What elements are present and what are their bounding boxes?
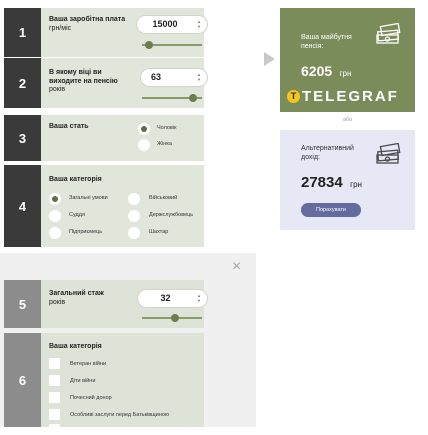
future-pension-label: Ваша майбутня пенсія:	[301, 34, 352, 50]
future-pension-card: Ваша майбутня пенсія: 6205 грн T TELEGRA…	[280, 8, 415, 112]
checkbox-war-children[interactable]	[49, 375, 60, 386]
category2-label: Ваша категорія	[49, 343, 102, 350]
gender-radio-male[interactable]	[138, 123, 150, 135]
category-option-judge: Суддя	[69, 212, 85, 218]
gender-radio-female[interactable]	[138, 139, 150, 151]
alt-income-amount: 27834	[301, 174, 343, 191]
experience-title: Загальний стаж	[49, 290, 104, 297]
retire-age-card: 2 В якому віці ви виходите на пенсію рок…	[4, 58, 207, 108]
stepper-down-icon[interactable]: ▼	[197, 25, 201, 29]
category-radio-general[interactable]	[49, 193, 61, 205]
step-number-3: 3	[4, 115, 41, 161]
checkbox-special-merits[interactable]	[49, 409, 60, 420]
alt-income-label: Альтернативний дохід:	[301, 145, 354, 161]
category-radio-miner[interactable]	[128, 227, 140, 239]
experience-unit: років	[49, 298, 66, 306]
category-option-military: Військовий	[149, 195, 178, 201]
retire-age-value: 63	[151, 72, 162, 82]
option-war-veteran: Ветеран війни	[70, 361, 107, 367]
calculate-button[interactable]: Порахувати	[301, 203, 361, 217]
close-icon[interactable]: ×	[232, 259, 241, 275]
step-number-6: 6	[4, 333, 41, 427]
experience-label: Загальний стаж років	[49, 290, 104, 307]
extra-options-panel: × 5 Загальний стаж років 32 ▲ ▼ 6 Ваша к…	[0, 253, 256, 435]
category-label: Ваша категорія	[49, 176, 102, 183]
telegraf-logo: T TELEGRAF	[287, 88, 399, 105]
alt-income-amount-row: 27834 грн	[301, 174, 362, 192]
checkbox-more[interactable]	[49, 424, 60, 435]
money-stack-icon	[376, 143, 401, 164]
step-number-2: 2	[4, 58, 41, 108]
category-card: 4 Ваша категорія Загальні умови Військов…	[4, 165, 204, 247]
retire-age-stepper[interactable]: 63 ▲ ▼	[141, 69, 207, 86]
option-special-merits: Особливі заслуги перед Батьківщиною	[70, 412, 169, 418]
salary-unit: грн/міс	[49, 24, 72, 32]
step-number-5: 5	[4, 280, 41, 328]
experience-slider-thumb[interactable]	[171, 314, 179, 322]
alt-income-card: Альтернативний дохід: 27834 грн Порахува…	[280, 130, 415, 230]
step-number-1: 1	[4, 8, 41, 57]
alt-income-unit: грн	[350, 180, 362, 189]
category-option-entrepreneur: Підприємець	[69, 229, 103, 235]
salary-card: 1 Ваша заробітна плата грн/міс 15000 ▲ ▼	[4, 8, 207, 57]
option-war-children: Діти війни	[70, 378, 96, 384]
stepper-down-icon[interactable]: ▼	[197, 78, 201, 82]
gender-label: Ваша стать	[49, 123, 89, 130]
salary-stepper[interactable]: 15000 ▲ ▼	[137, 16, 207, 33]
experience-value: 32	[160, 293, 171, 303]
experience-card: 5 Загальний стаж років 32 ▲ ▼	[4, 280, 207, 328]
experience-stepper[interactable]: 32 ▲ ▼	[138, 290, 207, 307]
money-stack-icon	[376, 23, 401, 44]
future-pension-amount: 6205	[301, 63, 333, 79]
arrow-right-icon	[264, 52, 275, 66]
or-label: або	[342, 117, 353, 123]
telegraf-brand: TELEGRAF	[302, 88, 399, 105]
stepper-down-icon[interactable]: ▼	[197, 299, 201, 303]
gender-option-female: Жінка	[157, 141, 172, 147]
gender-option-male: Чоловік	[157, 125, 177, 131]
category-radio-judge[interactable]	[49, 210, 61, 222]
checkbox-war-veteran[interactable]	[49, 358, 60, 369]
salary-title: Ваша заробітна плата	[49, 16, 126, 23]
retire-age-title: В якому віці ви виходите на пенсію	[49, 69, 118, 85]
category2-card: 6 Ваша категорія Ветеран війни Діти війн…	[4, 333, 204, 435]
category-option-general: Загальні умови	[69, 195, 108, 201]
salary-slider-thumb[interactable]	[145, 41, 153, 49]
option-honorary-donor: Почесний донор	[70, 395, 112, 401]
category-radio-entrepreneur[interactable]	[49, 227, 61, 239]
category-radio-civil-servant[interactable]	[128, 210, 140, 222]
future-pension-unit: грн	[339, 69, 352, 78]
future-pension-amount-row: 6205 грн	[301, 63, 351, 81]
retire-age-label: В якому віці ви виходите на пенсію років	[49, 69, 133, 95]
retire-age-unit: років	[49, 86, 66, 93]
category-option-miner: Шахтар	[149, 229, 169, 235]
category-radio-military[interactable]	[128, 193, 140, 205]
step-number-4: 4	[4, 165, 41, 247]
category-option-civil-servant: Держслужбовець	[149, 212, 194, 218]
gender-card: 3 Ваша стать Чоловік Жінка	[4, 115, 204, 161]
salary-label: Ваша заробітна плата грн/міс	[49, 16, 125, 33]
telegraf-logo-icon: T	[287, 90, 300, 103]
salary-value: 15000	[152, 19, 178, 29]
retire-age-slider-thumb[interactable]	[189, 94, 197, 102]
checkbox-honorary-donor[interactable]	[49, 392, 60, 403]
